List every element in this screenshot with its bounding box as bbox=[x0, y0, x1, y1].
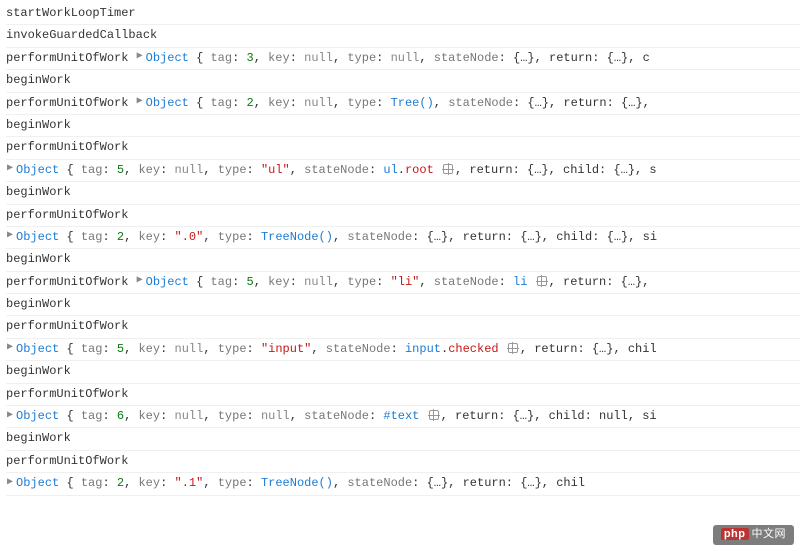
dom-node-picker-icon[interactable] bbox=[429, 410, 439, 420]
console-row[interactable]: ▶Object { tag: 2, key: ".1", type: TreeN… bbox=[6, 473, 800, 495]
console-row[interactable]: performUnitOfWork ▶Object { tag: 3, key:… bbox=[6, 48, 800, 70]
disclosure-triangle-icon[interactable]: ▶ bbox=[7, 229, 13, 244]
console-row[interactable]: invokeGuardedCallback bbox=[6, 25, 800, 47]
watermark-badge: php bbox=[721, 528, 749, 540]
console-row[interactable]: ▶Object { tag: 5, key: null, type: "inpu… bbox=[6, 339, 800, 361]
log-message: beginWork bbox=[6, 73, 71, 87]
disclosure-triangle-icon[interactable]: ▶ bbox=[137, 274, 143, 289]
watermark: php中文网 bbox=[713, 525, 794, 545]
logged-object[interactable]: ▶Object { tag: 2, key: null, type: Tree(… bbox=[136, 96, 650, 110]
log-message: performUnitOfWork bbox=[6, 275, 128, 289]
console-row[interactable]: beginWork bbox=[6, 182, 800, 204]
console-row[interactable]: startWorkLoopTimer bbox=[6, 3, 800, 25]
logged-object[interactable]: ▶Object { tag: 5, key: null, type: "inpu… bbox=[6, 342, 657, 356]
disclosure-triangle-icon[interactable]: ▶ bbox=[7, 409, 13, 424]
logged-object[interactable]: ▶Object { tag: 2, key: ".0", type: TreeN… bbox=[6, 230, 657, 244]
console-row[interactable]: performUnitOfWork ▶Object { tag: 2, key:… bbox=[6, 93, 800, 115]
logged-object[interactable]: ▶Object { tag: 5, key: null, type: "ul",… bbox=[6, 163, 657, 177]
log-message: performUnitOfWork bbox=[6, 454, 128, 468]
console-row[interactable]: beginWork bbox=[6, 428, 800, 450]
disclosure-triangle-icon[interactable]: ▶ bbox=[7, 162, 13, 177]
console-row[interactable]: performUnitOfWork bbox=[6, 384, 800, 406]
logged-object[interactable]: ▶Object { tag: 5, key: null, type: "li",… bbox=[136, 275, 650, 289]
console-row[interactable]: ▶Object { tag: 2, key: ".0", type: TreeN… bbox=[6, 227, 800, 249]
log-message: beginWork bbox=[6, 431, 71, 445]
console-row[interactable]: performUnitOfWork ▶Object { tag: 5, key:… bbox=[6, 272, 800, 294]
console-row[interactable]: performUnitOfWork bbox=[6, 137, 800, 159]
dom-node-picker-icon[interactable] bbox=[443, 164, 453, 174]
dom-node-picker-icon[interactable] bbox=[537, 276, 547, 286]
console-row[interactable]: performUnitOfWork bbox=[6, 316, 800, 338]
log-message: performUnitOfWork bbox=[6, 96, 128, 110]
logged-object[interactable]: ▶Object { tag: 2, key: ".1", type: TreeN… bbox=[6, 476, 585, 490]
log-message: performUnitOfWork bbox=[6, 51, 128, 65]
logged-object[interactable]: ▶Object { tag: 3, key: null, type: null,… bbox=[136, 51, 650, 65]
console-row[interactable]: ▶Object { tag: 6, key: null, type: null,… bbox=[6, 406, 800, 428]
dom-node-picker-icon[interactable] bbox=[508, 343, 518, 353]
log-message: beginWork bbox=[6, 252, 71, 266]
console-row[interactable]: beginWork bbox=[6, 361, 800, 383]
console-row[interactable]: performUnitOfWork bbox=[6, 205, 800, 227]
log-message: beginWork bbox=[6, 185, 71, 199]
console-row[interactable]: beginWork bbox=[6, 115, 800, 137]
disclosure-triangle-icon[interactable]: ▶ bbox=[137, 95, 143, 110]
logged-object[interactable]: ▶Object { tag: 6, key: null, type: null,… bbox=[6, 409, 657, 423]
watermark-text: 中文网 bbox=[752, 528, 787, 540]
log-message: invokeGuardedCallback bbox=[6, 28, 157, 42]
disclosure-triangle-icon[interactable]: ▶ bbox=[137, 50, 143, 65]
log-message: performUnitOfWork bbox=[6, 387, 128, 401]
console-row[interactable]: beginWork bbox=[6, 70, 800, 92]
log-message: performUnitOfWork bbox=[6, 140, 128, 154]
log-message: beginWork bbox=[6, 118, 71, 132]
log-message: performUnitOfWork bbox=[6, 319, 128, 333]
console-row[interactable]: performUnitOfWork bbox=[6, 451, 800, 473]
console-row[interactable]: ▶Object { tag: 5, key: null, type: "ul",… bbox=[6, 160, 800, 182]
console-row[interactable]: beginWork bbox=[6, 294, 800, 316]
console-row[interactable]: beginWork bbox=[6, 249, 800, 271]
disclosure-triangle-icon[interactable]: ▶ bbox=[7, 476, 13, 491]
log-message: performUnitOfWork bbox=[6, 208, 128, 222]
log-message: startWorkLoopTimer bbox=[6, 6, 136, 20]
log-message: beginWork bbox=[6, 297, 71, 311]
log-message: beginWork bbox=[6, 364, 71, 378]
console-log: startWorkLoopTimer invokeGuardedCallback p… bbox=[6, 3, 800, 496]
disclosure-triangle-icon[interactable]: ▶ bbox=[7, 341, 13, 356]
